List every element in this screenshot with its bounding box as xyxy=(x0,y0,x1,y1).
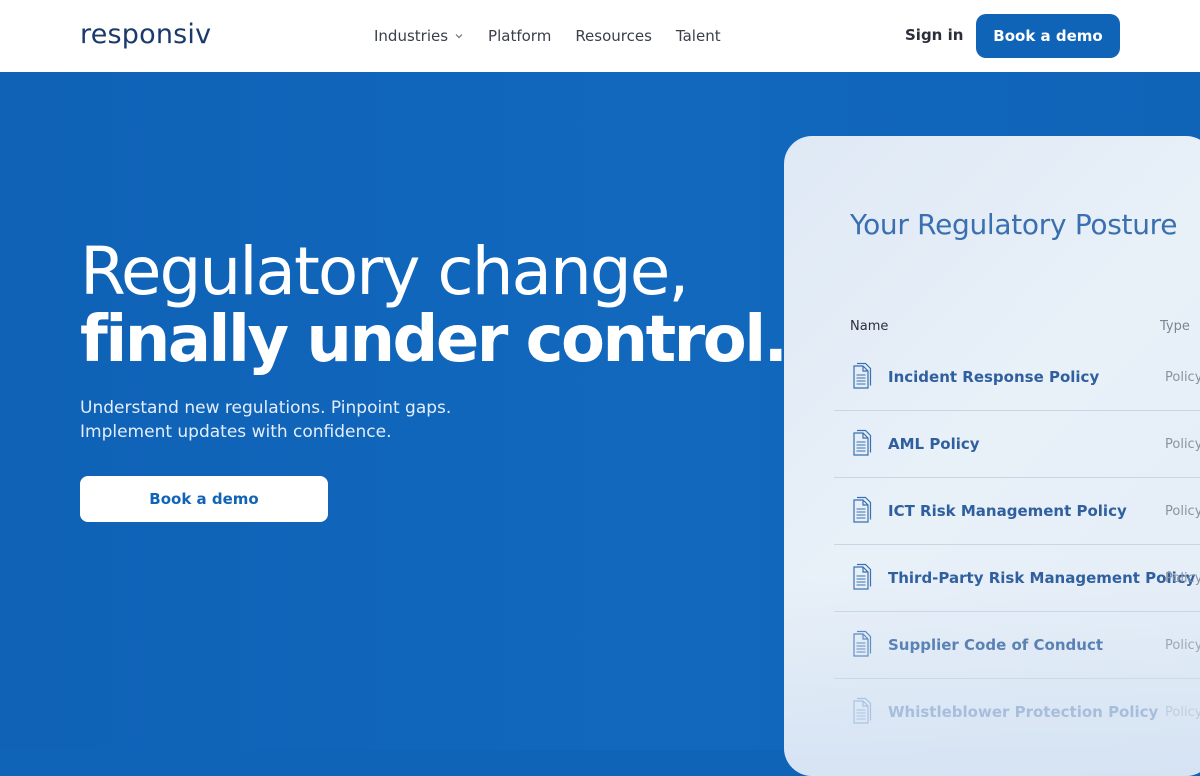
table-row[interactable]: Whistleblower Protection Policy Policy xyxy=(834,679,1200,746)
row-type: Policy xyxy=(1165,705,1200,720)
nav-item-platform[interactable]: Platform xyxy=(488,27,551,45)
nav-item-resources[interactable]: Resources xyxy=(575,27,652,45)
table-row[interactable]: Third-Party Risk Management Policy Policy xyxy=(834,545,1200,612)
hero-subtitle-line1: Understand new regulations. Pinpoint gap… xyxy=(80,398,452,418)
row-name: Third-Party Risk Management Policy xyxy=(888,569,1196,587)
row-name: Incident Response Policy xyxy=(888,368,1100,386)
table-row[interactable]: ICT Risk Management Policy Policy xyxy=(834,478,1200,545)
column-header-name: Name xyxy=(850,319,889,334)
row-name: Whistleblower Protection Policy xyxy=(888,703,1159,721)
row-type: Policy xyxy=(1165,571,1200,586)
nav-item-industries[interactable]: Industries xyxy=(374,27,464,45)
column-header-type: Type xyxy=(1160,319,1190,334)
site-header: responsiv Industries Platform Resources … xyxy=(0,0,1200,72)
hero-headline-line2: finally under control. xyxy=(80,303,788,377)
document-icon xyxy=(853,362,872,389)
card-title: Your Regulatory Posture xyxy=(850,208,1178,241)
regulatory-posture-card: Your Regulatory Posture Name Type Incide… xyxy=(784,136,1200,776)
nav-item-label: Industries xyxy=(374,27,449,45)
document-icon xyxy=(853,496,872,523)
document-icon xyxy=(853,563,872,590)
nav-item-label: Resources xyxy=(575,27,652,45)
book-demo-button-hero[interactable]: Book a demo xyxy=(80,476,328,522)
document-icon xyxy=(853,630,872,657)
hero-headline-line1: Regulatory change, xyxy=(80,233,689,310)
hero-subtitle: Understand new regulations. Pinpoint gap… xyxy=(80,396,520,444)
chevron-down-icon xyxy=(455,34,463,39)
row-name: AML Policy xyxy=(888,435,980,453)
document-icon xyxy=(853,429,872,456)
row-name: ICT Risk Management Policy xyxy=(888,502,1127,520)
table-row[interactable]: AML Policy Policy xyxy=(834,411,1200,478)
sign-in-link[interactable]: Sign in xyxy=(905,26,963,44)
document-icon xyxy=(853,697,872,724)
brand-logo[interactable]: responsiv xyxy=(80,18,211,52)
row-type: Policy xyxy=(1165,638,1200,653)
table-row[interactable]: Supplier Code of Conduct Policy xyxy=(834,612,1200,679)
row-name: Supplier Code of Conduct xyxy=(888,636,1104,654)
book-demo-button-header[interactable]: Book a demo xyxy=(976,14,1120,58)
nav-item-label: Talent xyxy=(675,27,721,45)
table-row[interactable]: Incident Response Policy Policy xyxy=(834,344,1200,411)
main-nav: Industries Platform Resources Talent xyxy=(374,0,745,72)
row-type: Policy xyxy=(1165,504,1200,519)
nav-item-label: Platform xyxy=(488,27,552,45)
row-type: Policy xyxy=(1165,370,1200,385)
row-type: Policy xyxy=(1165,437,1200,452)
hero-subtitle-line2: Implement updates with confidence. xyxy=(80,422,392,442)
nav-item-talent[interactable]: Talent xyxy=(676,27,721,45)
